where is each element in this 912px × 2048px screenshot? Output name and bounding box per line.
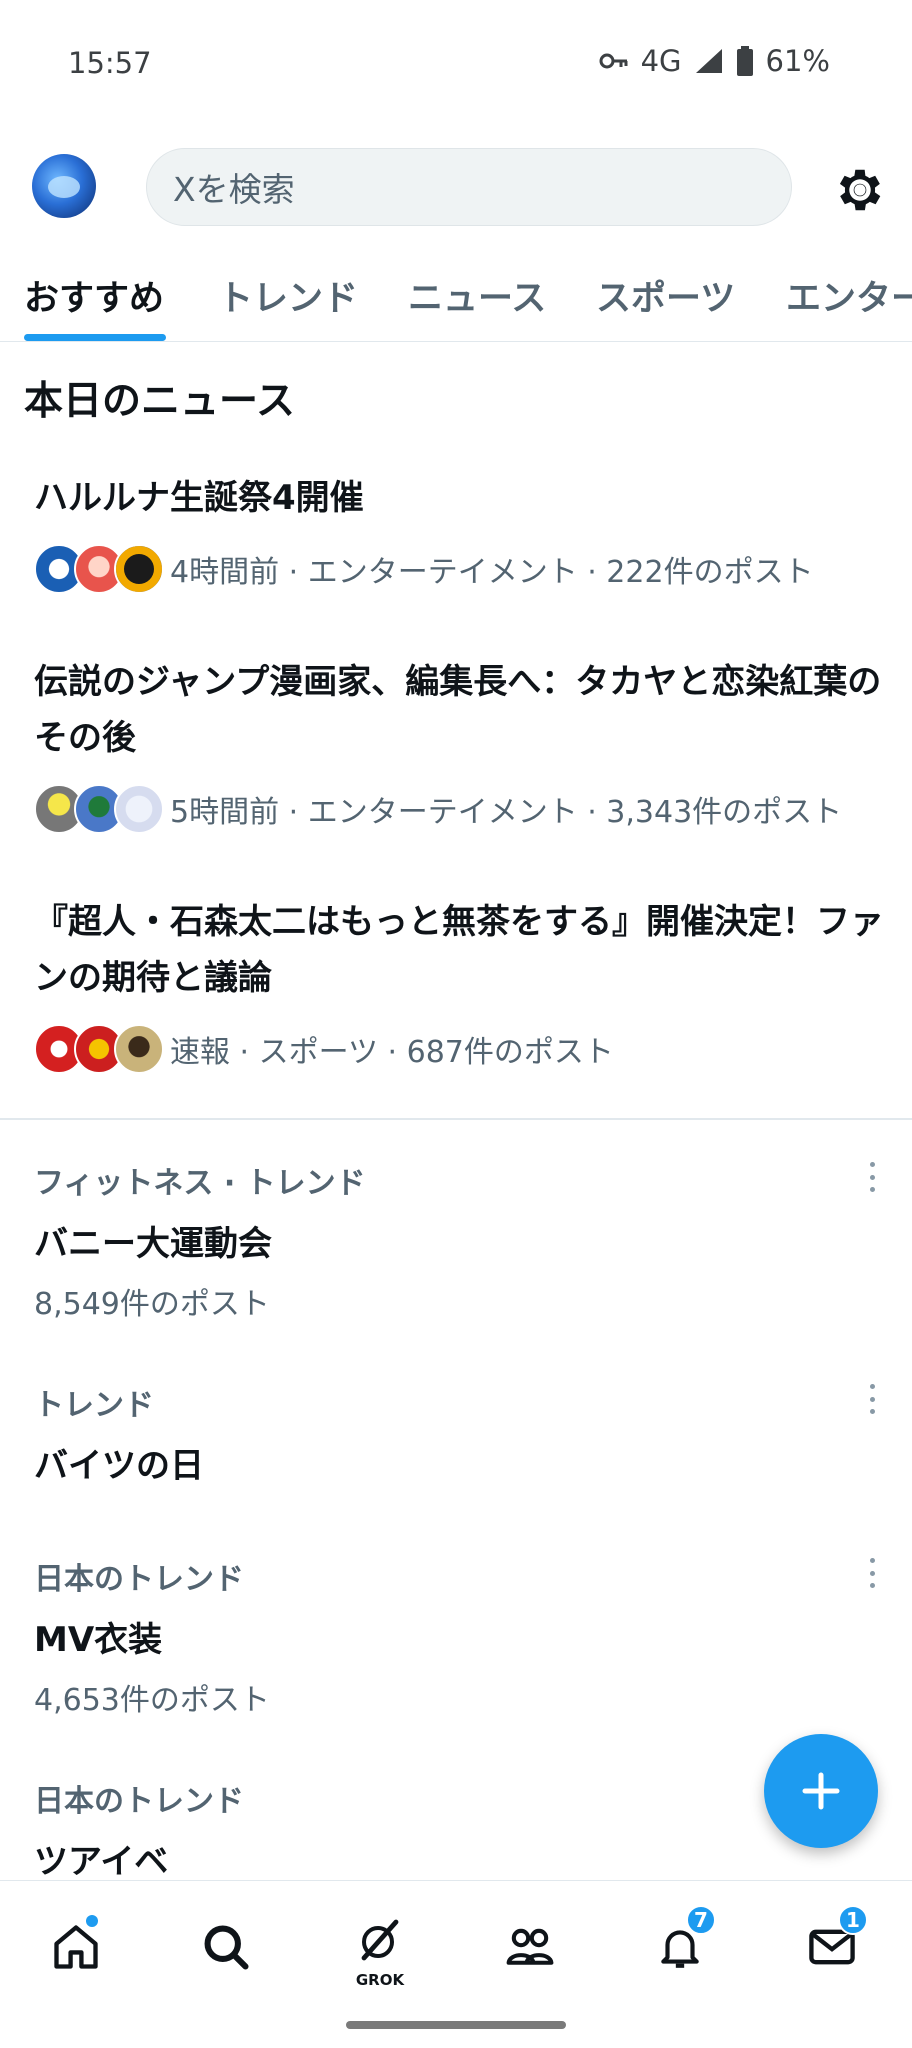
status-time: 15:57 (68, 46, 152, 80)
communities-icon (506, 1928, 554, 1965)
trend-post-count: 8,549件のポスト (34, 1287, 270, 1322)
trend-context: 日本のトレンド (34, 1562, 244, 1597)
avatar (114, 1024, 164, 1074)
search-placeholder: Xを検索 (173, 170, 295, 209)
trend-item[interactable]: トレンド バイツの日 (34, 1380, 884, 1487)
battery-percent: 61% (765, 44, 830, 78)
nav-search[interactable] (186, 1907, 266, 1987)
vpn-key-icon (599, 51, 629, 71)
news-avatars (34, 544, 164, 594)
news-avatars (34, 784, 164, 834)
search-icon (204, 1925, 249, 1970)
status-icons: 4G 61% (599, 44, 830, 78)
profile-avatar[interactable] (32, 154, 96, 218)
grok-icon (361, 1919, 399, 1961)
home-icon (54, 1925, 98, 1969)
trend-name: バニー大運動会 (34, 1224, 272, 1264)
status-bar: 15:57 4G 61% (0, 0, 912, 130)
news-section-title: 本日のニュース (24, 379, 296, 424)
trend-item[interactable]: 日本のトレンド ツアイベ (34, 1776, 884, 1883)
trend-name: ツアイベ (34, 1842, 169, 1882)
gear-icon[interactable] (832, 162, 888, 218)
tab-recommended[interactable]: おすすめ (24, 270, 164, 321)
active-tab-indicator (24, 334, 166, 341)
news-meta-text: 5時間前 · エンターテイメント · 3,343件のポスト (170, 795, 843, 830)
home-new-dot (86, 1915, 98, 1927)
news-headline: 伝説のジャンプ漫画家、編集長へ：タカヤと恋染紅葉のその後 (34, 662, 882, 758)
nav-home[interactable] (36, 1907, 116, 1987)
plus-icon (802, 1772, 840, 1810)
trend-post-count: 4,653件のポスト (34, 1683, 270, 1718)
avatar (114, 544, 164, 594)
trend-name: バイツの日 (34, 1446, 204, 1486)
section-divider (0, 1118, 912, 1120)
network-label: 4G (640, 44, 682, 78)
news-meta: 速報 · スポーツ · 687件のポスト (34, 1024, 884, 1074)
trend-name: MV衣装 (34, 1620, 163, 1660)
explore-tabs: おすすめ トレンド ニュース スポーツ エンター (0, 256, 912, 342)
trend-context: 日本のトレンド (34, 1784, 244, 1819)
messages-badge: 1 (838, 1905, 868, 1935)
trend-item[interactable]: 日本のトレンド MV衣装 4,653件のポスト (34, 1554, 884, 1719)
nav-messages[interactable]: 1 (792, 1905, 872, 1987)
news-item[interactable]: ハルルナ生誕祭4開催 4時間前 · エンターテイメント · 222件のポスト (34, 470, 884, 594)
bottom-navigation: GROK 7 1 (0, 1880, 912, 2048)
nav-notifications[interactable]: 7 (640, 1905, 720, 1987)
news-headline: 『超人・石森太二はもっと無茶をする』開催決定！ファンの期待と議論 (34, 902, 884, 998)
grok-label: GROK (355, 1971, 405, 1989)
news-meta-text: 4時間前 · エンターテイメント · 222件のポスト (170, 555, 814, 590)
trend-context: トレンド (34, 1388, 154, 1423)
news-meta-text: 速報 · スポーツ · 687件のポスト (170, 1035, 614, 1070)
signal-icon (694, 47, 724, 75)
top-header: Xを検索 (0, 140, 912, 236)
news-headline: ハルルナ生誕祭4開催 (34, 478, 364, 518)
search-input[interactable]: Xを検索 (146, 148, 792, 226)
news-meta: 5時間前 · エンターテイメント · 3,343件のポスト (34, 784, 884, 834)
more-options-icon[interactable] (860, 1162, 884, 1192)
trend-item[interactable]: フィットネス · トレンド バニー大運動会 8,549件のポスト (34, 1158, 884, 1323)
news-avatars (34, 1024, 164, 1074)
tab-sports[interactable]: スポーツ (596, 270, 735, 321)
notifications-badge: 7 (686, 1905, 716, 1935)
nav-communities[interactable] (490, 1907, 570, 1987)
more-options-icon[interactable] (860, 1558, 884, 1588)
tab-trends[interactable]: トレンド (218, 270, 358, 321)
news-item[interactable]: 『超人・石森太二はもっと無茶をする』開催決定！ファンの期待と議論 速報 · スポ… (34, 894, 884, 1074)
gesture-bar[interactable] (346, 2021, 566, 2029)
more-options-icon[interactable] (860, 1384, 884, 1414)
avatar (114, 784, 164, 834)
tab-entertainment[interactable]: エンター (786, 270, 912, 321)
compose-button[interactable] (764, 1734, 878, 1848)
nav-grok[interactable]: GROK (340, 1907, 420, 1989)
news-meta: 4時間前 · エンターテイメント · 222件のポスト (34, 544, 884, 594)
battery-icon (736, 46, 754, 76)
tab-news[interactable]: ニュース (408, 270, 546, 321)
news-item[interactable]: 伝説のジャンプ漫画家、編集長へ：タカヤと恋染紅葉のその後 5時間前 · エンター… (34, 654, 884, 834)
trend-context: フィットネス · トレンド (34, 1166, 366, 1201)
